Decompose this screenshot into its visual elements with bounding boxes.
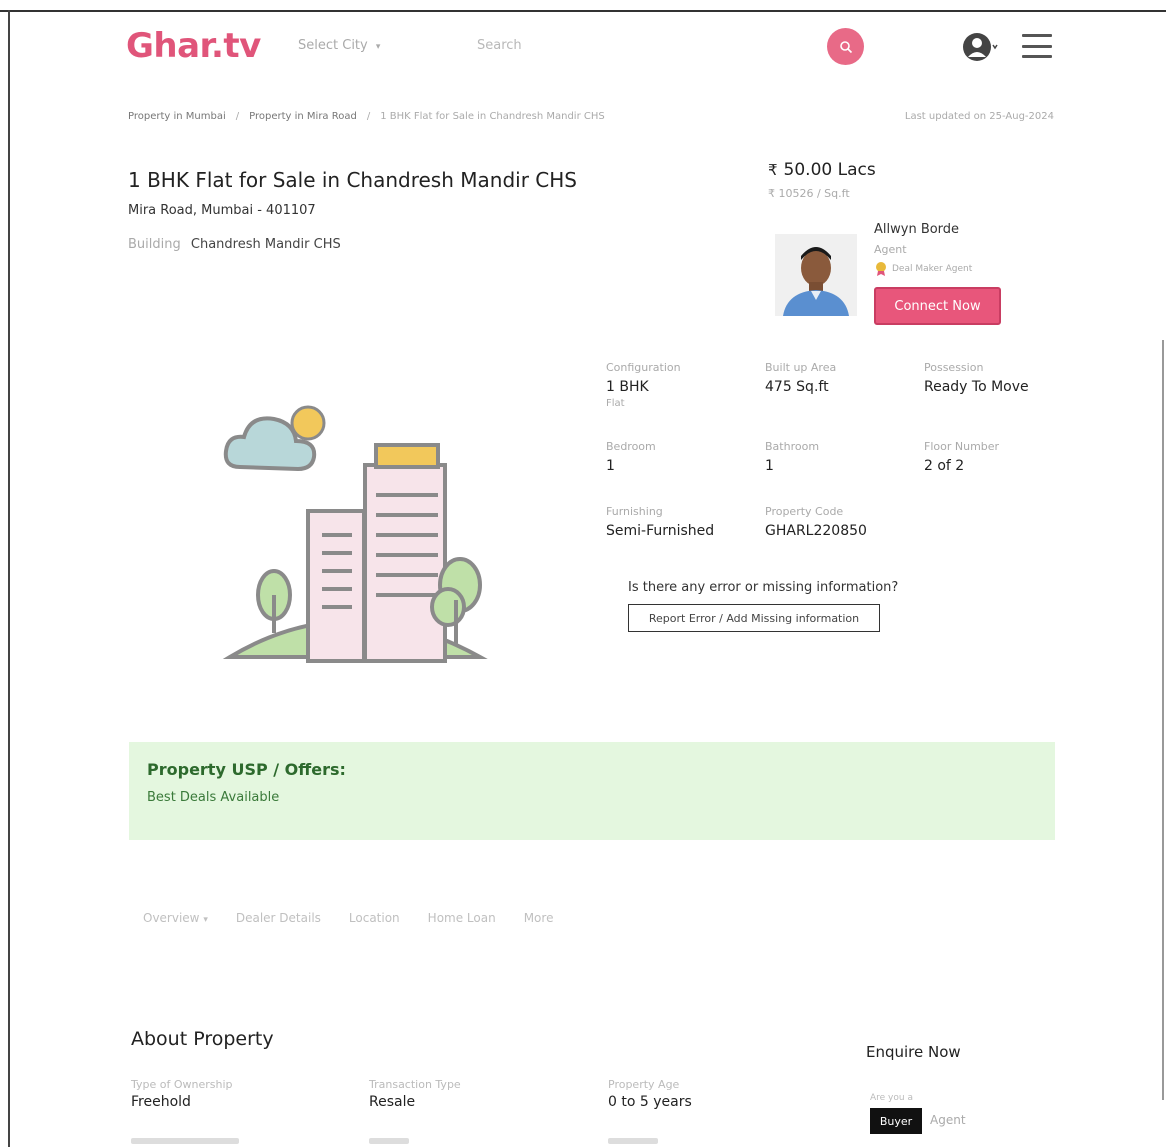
about-row-cutoff [131, 1138, 239, 1144]
about-property-title: About Property [131, 1028, 274, 1050]
agent-avatar [775, 234, 857, 316]
spec-value: 1 [765, 458, 774, 474]
building-link[interactable]: Chandresh Mandir CHS [191, 237, 341, 252]
about-row-cutoff [369, 1138, 409, 1144]
breadcrumb-link-mira-road[interactable]: Property in Mira Road [249, 111, 357, 122]
hamburger-menu-icon[interactable] [1022, 34, 1052, 58]
enquire-now-title: Enquire Now [866, 1043, 961, 1061]
spec-built-up-area: Built up Area 475 Sq.ft [765, 361, 836, 395]
usp-text: Best Deals Available [147, 790, 280, 805]
agent-badge-label: Deal Maker Agent [892, 264, 973, 274]
spec-property-code: Property Code GHARL220850 [765, 505, 867, 539]
spec-value: 1 [606, 458, 615, 474]
breadcrumb-current: 1 BHK Flat for Sale in Chandresh Mandir … [380, 111, 605, 122]
spec-floor-number: Floor Number 2 of 2 [924, 440, 999, 474]
spec-furnishing: Furnishing Semi-Furnished [606, 505, 714, 539]
about-value: 0 to 5 years [608, 1094, 692, 1110]
agent-badge: Deal Maker Agent [874, 261, 972, 277]
role-agent-option[interactable]: Agent [930, 1113, 966, 1127]
last-updated-text: Last updated on 25-Aug-2024 [904, 111, 1054, 122]
spec-label: Possession [924, 361, 984, 374]
error-question: Is there any error or missing informatio… [628, 580, 899, 595]
spec-label: Built up Area [765, 361, 837, 374]
window-frame-left [8, 10, 10, 1147]
search-icon [839, 40, 852, 53]
breadcrumb-separator: / [366, 111, 371, 122]
search-input[interactable]: Search [477, 38, 522, 53]
spec-value: 475 Sq.ft [765, 379, 829, 395]
agent-role: Agent [874, 243, 907, 256]
spec-label: Property Code [765, 505, 844, 518]
window-frame-top [0, 0, 1166, 12]
usp-offers-box: Property USP / Offers: Best Deals Availa… [129, 742, 1055, 840]
chevron-down-icon: ▾ [203, 915, 208, 925]
spec-value: Ready To Move [924, 379, 1029, 395]
spec-label: Floor Number [924, 440, 1000, 453]
spec-label: Bedroom [606, 440, 656, 453]
about-label: Transaction Type [369, 1078, 461, 1091]
breadcrumb-separator: / [235, 111, 240, 122]
price-per-sqft: ₹ 10526 / Sq.ft [768, 187, 850, 200]
spec-value: 1 BHK [606, 379, 649, 395]
price-value: 50.00 Lacs [783, 160, 876, 180]
tab-location[interactable]: Location [349, 911, 400, 925]
about-value: Freehold [131, 1094, 191, 1110]
property-location: Mira Road, Mumbai - 401107 [128, 203, 316, 218]
agent-name: Allwyn Borde [874, 222, 960, 237]
user-account-button[interactable] [962, 32, 998, 62]
chevron-down-icon: ▾ [375, 42, 381, 52]
connect-now-button[interactable]: Connect Now [874, 287, 1001, 325]
building-info: Building Chandresh Mandir CHS [128, 237, 341, 252]
about-value: Resale [369, 1094, 416, 1110]
tab-dealer-details[interactable]: Dealer Details [236, 911, 321, 925]
spec-value: GHARL220850 [765, 523, 867, 539]
rupee-icon: ₹ [768, 161, 778, 179]
spec-bathroom: Bathroom 1 [765, 440, 819, 474]
spec-configuration: Configuration 1 BHK Flat [606, 361, 681, 409]
tab-overview[interactable]: Overview ▾ [143, 911, 208, 925]
window-frame-right [1162, 340, 1164, 1100]
property-placeholder-image [210, 395, 500, 675]
about-ownership: Type of Ownership Freehold [131, 1078, 233, 1110]
site-logo[interactable]: Ghar.tv [126, 26, 261, 66]
spec-label: Furnishing [606, 505, 663, 518]
about-property-age: Property Age 0 to 5 years [608, 1078, 692, 1110]
building-label: Building [128, 237, 181, 252]
city-select-label: Select City [298, 38, 368, 53]
role-buyer-option[interactable]: Buyer [870, 1108, 922, 1134]
price: ₹50.00 Lacs [768, 160, 876, 180]
medal-icon [876, 262, 886, 276]
breadcrumb-link-mumbai[interactable]: Property in Mumbai [128, 111, 226, 122]
spec-value: 2 of 2 [924, 458, 965, 474]
spec-sub: Flat [606, 398, 625, 409]
user-icon [963, 33, 998, 61]
search-button[interactable] [827, 28, 864, 65]
section-tabs: Overview ▾ Dealer Details Location Home … [143, 911, 553, 925]
spec-value: Semi-Furnished [606, 523, 715, 539]
breadcrumb: Property in Mumbai / Property in Mira Ro… [128, 111, 605, 122]
about-transaction: Transaction Type Resale [369, 1078, 461, 1110]
about-label: Property Age [608, 1078, 680, 1091]
spec-possession: Possession Ready To Move [924, 361, 1029, 395]
spec-label: Configuration [606, 361, 681, 374]
tab-more[interactable]: More [524, 911, 554, 925]
enquire-question: Are you a [870, 1093, 913, 1103]
page-title: 1 BHK Flat for Sale in Chandresh Mandir … [128, 168, 577, 192]
tab-home-loan[interactable]: Home Loan [428, 911, 496, 925]
spec-bedroom: Bedroom 1 [606, 440, 656, 474]
usp-title: Property USP / Offers: [147, 760, 346, 779]
about-row-cutoff [608, 1138, 658, 1144]
spec-label: Bathroom [765, 440, 820, 453]
about-label: Type of Ownership [131, 1078, 233, 1091]
report-error-button[interactable]: Report Error / Add Missing information [628, 604, 880, 632]
city-select-dropdown[interactable]: Select City ▾ [298, 38, 380, 53]
